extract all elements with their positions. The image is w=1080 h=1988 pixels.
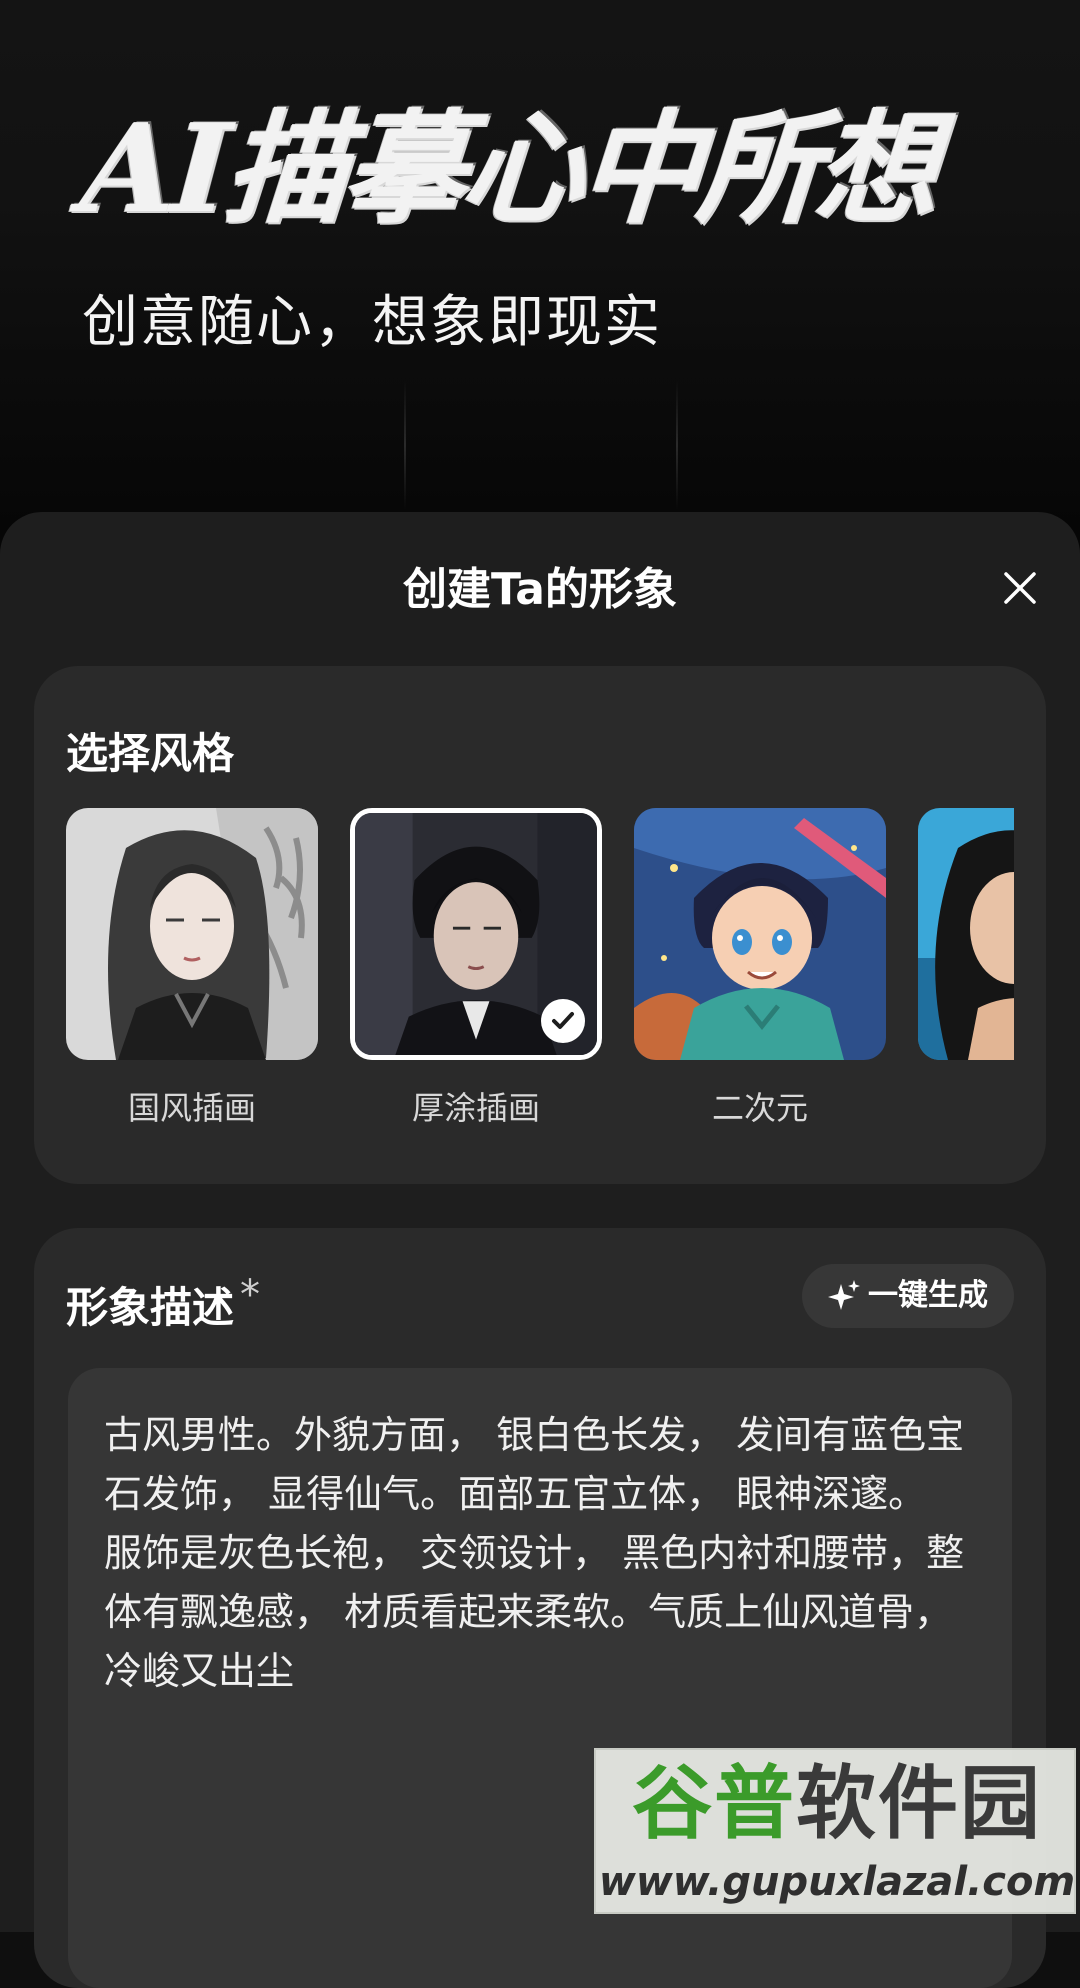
watermark-text-dark: 软件园 — [796, 1757, 1042, 1850]
style-option-label: 二次元 — [711, 1089, 808, 1127]
one-click-generate-button[interactable]: 一键生成 — [802, 1264, 1014, 1328]
sheet-title: 创建Ta的形象 — [402, 564, 678, 615]
selected-badge — [541, 999, 585, 1043]
style-option-thick-paint[interactable]: 厚涂插画 — [350, 808, 602, 1130]
hero-title: AI描摹心中所想 — [76, 96, 939, 240]
watermark-title: 谷普软件园 — [604, 1754, 1070, 1854]
checkmark-icon — [552, 1012, 574, 1029]
hero-light-streak — [676, 380, 678, 510]
guofeng-portrait-thumbnail — [66, 808, 318, 1060]
hero-light-streak — [404, 380, 406, 510]
anime-boy-thumbnail — [634, 808, 886, 1060]
close-icon — [1004, 572, 1036, 604]
required-mark: * — [240, 1272, 261, 1318]
watermark-text-green: 谷普 — [632, 1757, 796, 1850]
style-carousel[interactable]: 国风插画 厚涂插画 二次元 — [66, 808, 1014, 1148]
watermark-url: www.gupuxlazal.com — [598, 1859, 1076, 1905]
hero-subtitle: 创意随心，想象即现实 — [82, 290, 662, 355]
style-section-heading: 选择风格 — [66, 729, 235, 778]
description-heading: 形象描述 * — [66, 1272, 260, 1337]
create-avatar-sheet: 创建Ta的形象 选择风格 国风插画 厚涂插画 二次元 形象描述 * 一键生成 古… — [0, 512, 1080, 1988]
sparkle-icon — [824, 1276, 864, 1316]
style-option-anime[interactable]: 二次元 — [634, 808, 886, 1130]
style-option-guofeng[interactable]: 国风插画 — [66, 808, 318, 1130]
hero-banner: AI描摹心中所想 创意随心，想象即现实 — [0, 0, 1080, 560]
style-selection-card: 选择风格 国风插画 厚涂插画 二次元 — [34, 666, 1046, 1184]
style-option-label: 国风插画 — [127, 1089, 256, 1127]
watermark-logo: 谷普软件园 www.gupuxlazal.com — [594, 1748, 1076, 1914]
description-text: 古风男性。外貌方面， 银白色长发， 发间有蓝色宝石发饰， 显得仙气。面部五官立体… — [104, 1413, 965, 1693]
style-option-label: 厚涂插画 — [411, 1089, 540, 1127]
description-heading-text: 形象描述 — [66, 1283, 235, 1332]
realistic-woman-thumbnail — [918, 808, 1014, 1060]
style-option-realistic[interactable] — [918, 808, 1014, 1086]
thick-paint-portrait-thumbnail — [350, 808, 602, 1060]
generate-button-label: 一键生成 — [868, 1278, 988, 1313]
close-button[interactable] — [988, 556, 1052, 620]
